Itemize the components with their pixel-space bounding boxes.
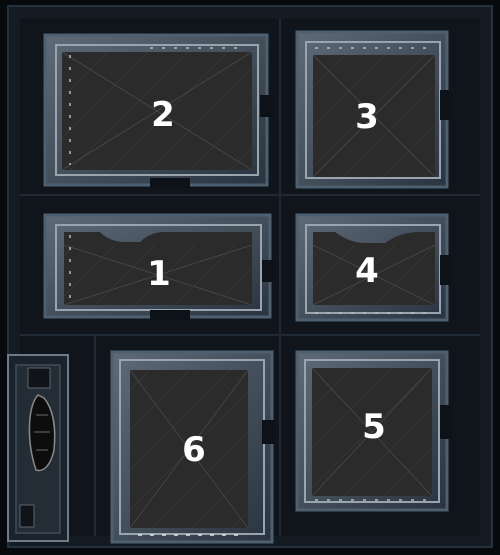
room-5-label: 5 [362,407,386,447]
ship-deck-map: 2 3 1 4 6 5 [0,0,500,555]
room-3-label: 3 [355,97,379,137]
room-6-label: 6 [182,430,206,470]
room-1-label: 1 [147,254,171,294]
ship-module [7,354,69,542]
room-4-label: 4 [355,251,379,291]
room-2-label: 2 [151,95,175,135]
